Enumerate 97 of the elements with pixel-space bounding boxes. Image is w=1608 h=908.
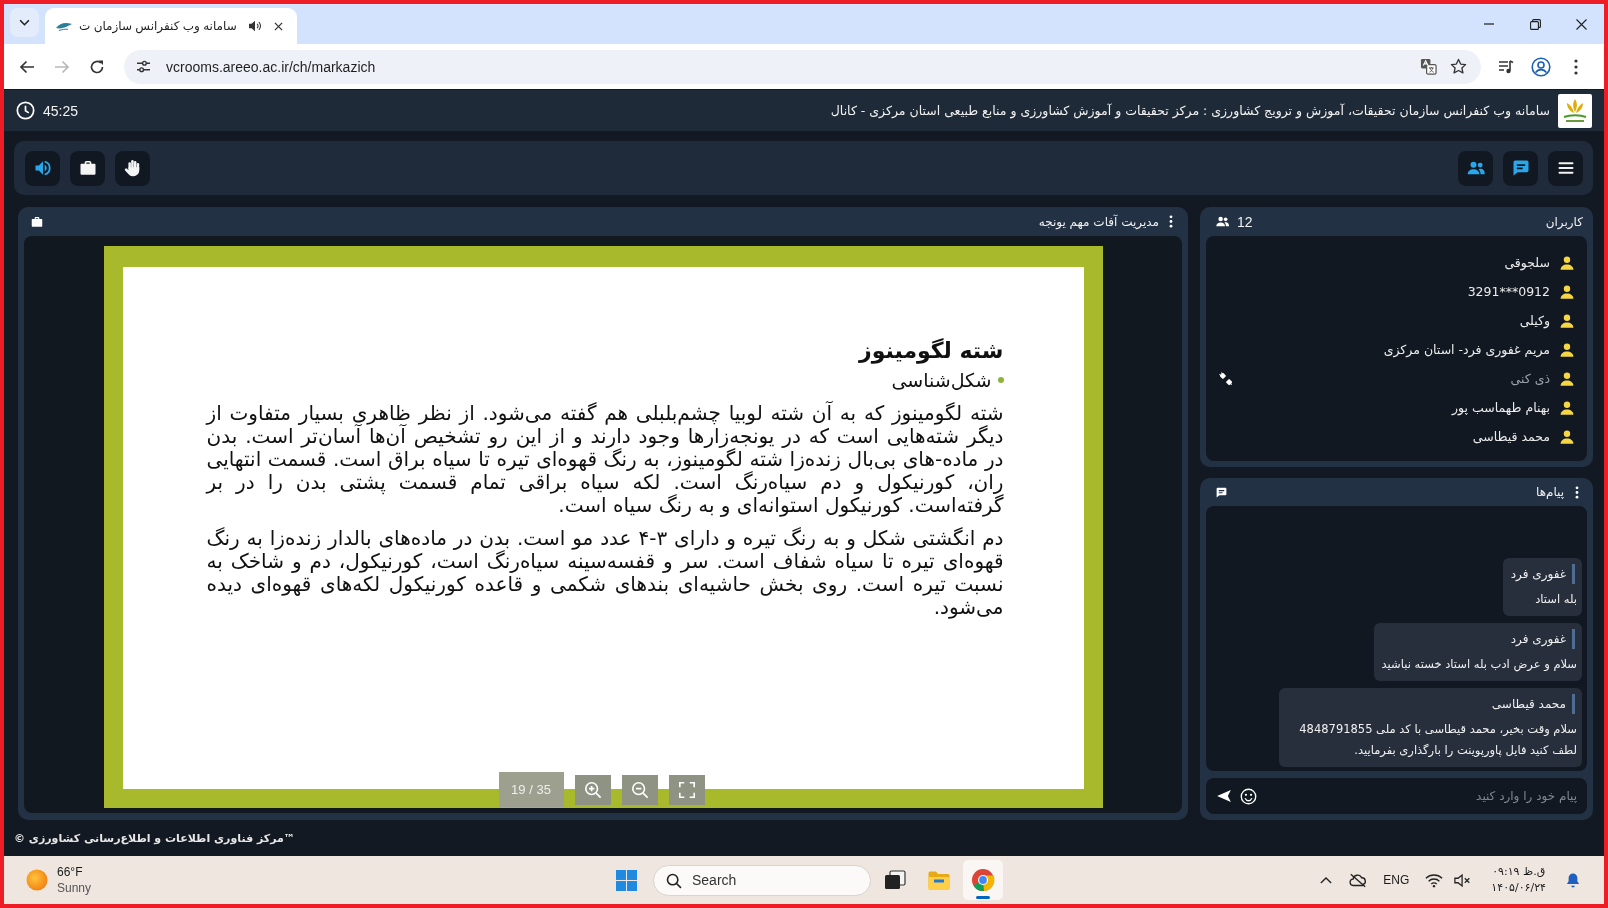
clock-icon bbox=[16, 101, 35, 120]
chevron-down-icon bbox=[19, 19, 30, 26]
browser-tab[interactable]: سامانه وب کنفرانس سازمان ت bbox=[45, 8, 297, 44]
input-language[interactable]: ENG bbox=[1375, 873, 1418, 887]
slide-paragraph: دم انگشتی شکل و به رنگ تیره و دارای ۳-۴ عدد مو است. بدن در ماده‌های بالدار زنده‌زا به رنگ قهوه‌ای تیره تا سیاه شفاف است. سر و قفسه‌سینه سیاه‌رنگ است، کورنیکول، دم و شاخک به نسبت تیره است. روی بخش حاشیه‌ای بندهای شکمی و قاعده کورنیکول لکه‌های قهوه‌ای دیده می‌شود. bbox=[206, 527, 1004, 620]
forward-arrow-icon bbox=[54, 58, 70, 75]
sun-icon bbox=[26, 869, 48, 891]
menu-button[interactable] bbox=[1548, 150, 1583, 186]
user-name[interactable]: وکیلی bbox=[1519, 313, 1550, 328]
slide-counter: 19 / 35 bbox=[498, 772, 564, 807]
minimize-icon bbox=[1484, 23, 1494, 25]
browser-button[interactable] bbox=[963, 860, 1003, 900]
weather-temperature: 66°F bbox=[57, 864, 84, 880]
emoji-icon[interactable] bbox=[1240, 787, 1257, 805]
bell-icon bbox=[1566, 872, 1580, 888]
user-name[interactable]: بهنام طهماسب پور bbox=[1452, 400, 1550, 415]
slide-paragraph: شته لگومینوز که به آن شته لوبیا چشم‌بلبلی هم گفته می‌شود. از نظر ظاهری بسیار متفاوت از دیگر شته‌هایی است که در یونجه‌زارها وجود دارند و از این رو تشخیص آن‌ها آسان‌تر است. بدن در ماده-های بی‌بال زنده‌زا شته لگومینوز، به رنگ قهوه‌ای تیره تا سیاه براق است. قسمت انتهایی ران، کورنیکول و دم سیاه‌رنگ است. لکه سیاه براقی تمام قسمت پشتی بدن را در بر گرفته‌است. کورنیکول استوانه‌ای و به رنگ سیاه است. bbox=[206, 402, 1004, 518]
music-queue-icon bbox=[1497, 58, 1514, 75]
sliders-icon bbox=[136, 60, 152, 73]
reload-icon bbox=[89, 58, 106, 75]
session-timer: 45:25 bbox=[43, 102, 79, 119]
message-text: بله استاد bbox=[1534, 591, 1577, 608]
message-sender: غفوری فرد bbox=[1381, 629, 1575, 649]
slide-bullet: شکل‌شناسی bbox=[891, 367, 992, 393]
more-icon[interactable] bbox=[1169, 215, 1173, 228]
audio-button[interactable] bbox=[25, 150, 60, 186]
cloud-off-icon bbox=[1349, 872, 1368, 888]
message-text: سلام وقت بخیر، محمد قیطاسی با کد ملی 4848791855 لطف کنید فایل پاورپوینت را بارگذاری بفرمایید. bbox=[1298, 721, 1577, 759]
user-name[interactable]: مریم غفوری فرد- استان مرکزی bbox=[1383, 342, 1550, 357]
unplugged-icon bbox=[1218, 370, 1234, 387]
task-view-icon bbox=[883, 868, 907, 892]
message-input[interactable]: پیام خود را وارد کنید bbox=[1206, 778, 1587, 814]
chat-icon bbox=[1510, 158, 1531, 178]
users-title: کاربران bbox=[1545, 214, 1583, 229]
slide-heading: شته لگومینوز bbox=[857, 337, 1004, 366]
zoom-in-button[interactable] bbox=[574, 774, 611, 805]
user-name[interactable]: 0912***3291 bbox=[1467, 284, 1550, 299]
bullet-icon bbox=[997, 376, 1004, 383]
copyright-text: © مرکز فناوری اطلاعات و اطلاع‌رسانی کشاورزی™ bbox=[14, 831, 295, 845]
person-icon bbox=[1559, 399, 1575, 416]
raise-hand-button[interactable] bbox=[115, 150, 150, 186]
search-field[interactable]: Search bbox=[653, 864, 871, 896]
wifi-icon bbox=[1425, 872, 1444, 888]
back-arrow-icon bbox=[18, 58, 35, 75]
fullscreen-icon bbox=[677, 780, 696, 799]
profile-icon bbox=[1530, 56, 1551, 77]
user-count: 12 bbox=[1237, 213, 1253, 230]
clock-time: ۰۹:۱۹ ق.ظ bbox=[1492, 864, 1546, 880]
zoom-out-button[interactable] bbox=[621, 774, 658, 805]
weather-widget[interactable]: 66°F Sunny bbox=[22, 862, 96, 898]
person-icon bbox=[1559, 370, 1575, 387]
clock-button[interactable]: ۰۹:۱۹ ق.ظ ۱۴۰۵/۰۶/۲۴ bbox=[1477, 864, 1556, 896]
user-name[interactable]: سلجوقی bbox=[1504, 255, 1550, 270]
weather-condition: Sunny bbox=[57, 880, 92, 896]
chevron-up-icon bbox=[1320, 876, 1333, 884]
message-text: سلام و عرض ادب بله استاد خسته نباشید bbox=[1381, 656, 1577, 674]
message-sender: محمد قیطاسی bbox=[1287, 694, 1575, 714]
tab-title: سامانه وب کنفرانس سازمان ت bbox=[79, 19, 237, 33]
messages-title: پیام‌ها bbox=[1535, 485, 1564, 499]
more-icon bbox=[1574, 58, 1579, 75]
user-name[interactable]: ذی کنی bbox=[1510, 371, 1550, 386]
clock-date: ۱۴۰۵/۰۶/۲۴ bbox=[1491, 880, 1546, 896]
more-icon[interactable] bbox=[1575, 485, 1579, 499]
users-button[interactable] bbox=[1458, 150, 1493, 186]
muted-speaker-icon bbox=[1454, 872, 1473, 888]
close-icon bbox=[274, 21, 284, 31]
person-icon bbox=[1559, 312, 1575, 329]
presentation-title: مدیریت آفات مهم یونجه bbox=[1038, 214, 1159, 229]
message-sender: غفوری فرد bbox=[1510, 564, 1575, 584]
translate-icon bbox=[1420, 58, 1438, 75]
person-icon bbox=[1559, 283, 1575, 300]
user-name[interactable]: محمد قیطاسی bbox=[1472, 429, 1550, 444]
logo-icon bbox=[1558, 93, 1592, 128]
share-button[interactable] bbox=[70, 150, 105, 186]
chat-button[interactable] bbox=[1503, 150, 1538, 186]
person-icon bbox=[1559, 341, 1575, 358]
speaker-icon[interactable] bbox=[247, 20, 262, 32]
zoom-in-icon bbox=[583, 780, 602, 799]
briefcase-icon[interactable] bbox=[30, 214, 44, 229]
browser-icon bbox=[971, 868, 995, 892]
person-icon bbox=[1559, 254, 1575, 271]
star-icon bbox=[1450, 58, 1468, 75]
close-icon bbox=[1575, 18, 1587, 30]
app-title: سامانه وب کنفرانس سازمان تحقیقات، آموزش و ترویج کشاورزی : مرکز تحقیقات و آموزش کشاورزی و منابع طبیعی استان مرکزی - کانال bbox=[830, 103, 1550, 118]
search-icon bbox=[666, 872, 682, 889]
windows-logo-icon bbox=[615, 869, 637, 891]
url-text[interactable]: vcrooms.areeo.ac.ir/ch/markazich bbox=[166, 58, 376, 75]
chat-icon bbox=[1215, 485, 1228, 499]
send-icon[interactable] bbox=[1217, 790, 1231, 802]
tab-list-button[interactable] bbox=[10, 8, 39, 37]
fullscreen-button[interactable] bbox=[668, 774, 705, 805]
users-icon bbox=[1215, 214, 1230, 229]
zoom-out-icon bbox=[630, 780, 649, 799]
address-bar[interactable]: vcrooms.areeo.ac.ir/ch/markazich bbox=[124, 49, 1481, 84]
site-logo-icon bbox=[56, 21, 72, 31]
person-icon bbox=[1559, 428, 1575, 445]
restore-icon bbox=[1529, 18, 1541, 30]
